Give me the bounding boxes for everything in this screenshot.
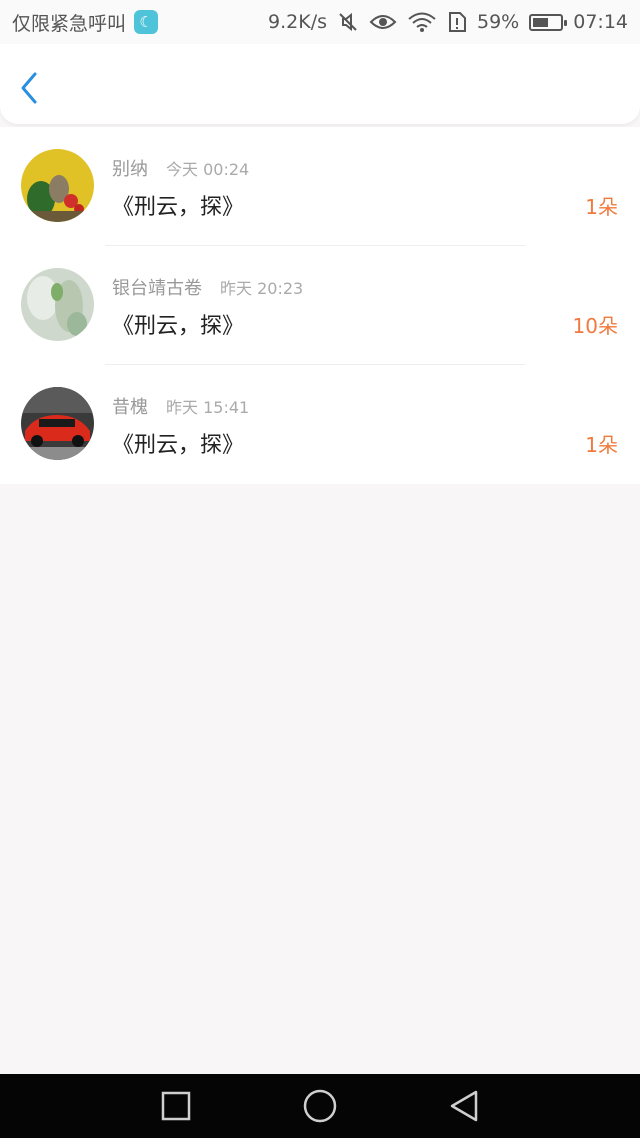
wifi-icon [408,12,436,32]
avatar[interactable] [21,387,94,460]
username[interactable]: 别纳 [112,159,148,180]
flower-count: 1朵 [585,195,618,219]
timestamp: 今天 00:24 [166,160,250,179]
user-line: 别纳 今天 00:24 [112,155,249,181]
square-icon[interactable] [160,1090,192,1122]
flower-count: 1朵 [585,433,618,457]
battery-percent: 59% [477,11,520,33]
back-button[interactable] [18,68,52,108]
app-header [0,44,640,124]
sim-alert-icon [449,12,466,32]
status-bar: 仅限紧急呼叫 ☾ 9.2K/s 59% 07:14 [0,0,640,44]
clock: 07:14 [573,11,628,33]
message-text: 《刑云，探》 [112,195,245,220]
flower-count: 10朵 [572,314,618,338]
message-text: 《刑云，探》 [112,314,245,339]
moon-icon: ☾ [134,10,159,34]
list-item[interactable]: 昔槐 昨天 15:41 《刑云，探》 1朵 [0,365,640,484]
circle-icon[interactable] [302,1088,338,1124]
triangle-back-icon[interactable] [448,1089,480,1123]
carrier-text: 仅限紧急呼叫 [12,12,127,35]
avatar[interactable] [21,268,94,341]
user-line: 昔槐 昨天 15:41 [112,393,249,419]
user-line: 银台靖古卷 昨天 20:23 [112,274,303,300]
network-speed: 9.2K/s [268,11,327,33]
eye-icon [369,15,397,29]
avatar[interactable] [21,149,94,222]
message-text: 《刑云，探》 [112,433,245,458]
battery-level [533,17,549,27]
list-item[interactable]: 别纳 今天 00:24 《刑云，探》 1朵 [0,127,640,246]
username[interactable]: 昔槐 [112,397,148,418]
gift-list: 别纳 今天 00:24 《刑云，探》 1朵 银台靖古卷 昨天 20:23 《刑云，探… [0,127,640,484]
battery-icon [529,13,568,31]
timestamp: 昨天 20:23 [220,279,304,298]
system-nav-bar [0,1074,640,1138]
username[interactable]: 银台靖古卷 [112,278,202,299]
list-item[interactable]: 银台靖古卷 昨天 20:23 《刑云，探》 10朵 [0,246,640,365]
timestamp: 昨天 15:41 [166,398,250,417]
chevron-left-icon [21,72,37,104]
mute-icon [339,12,357,32]
